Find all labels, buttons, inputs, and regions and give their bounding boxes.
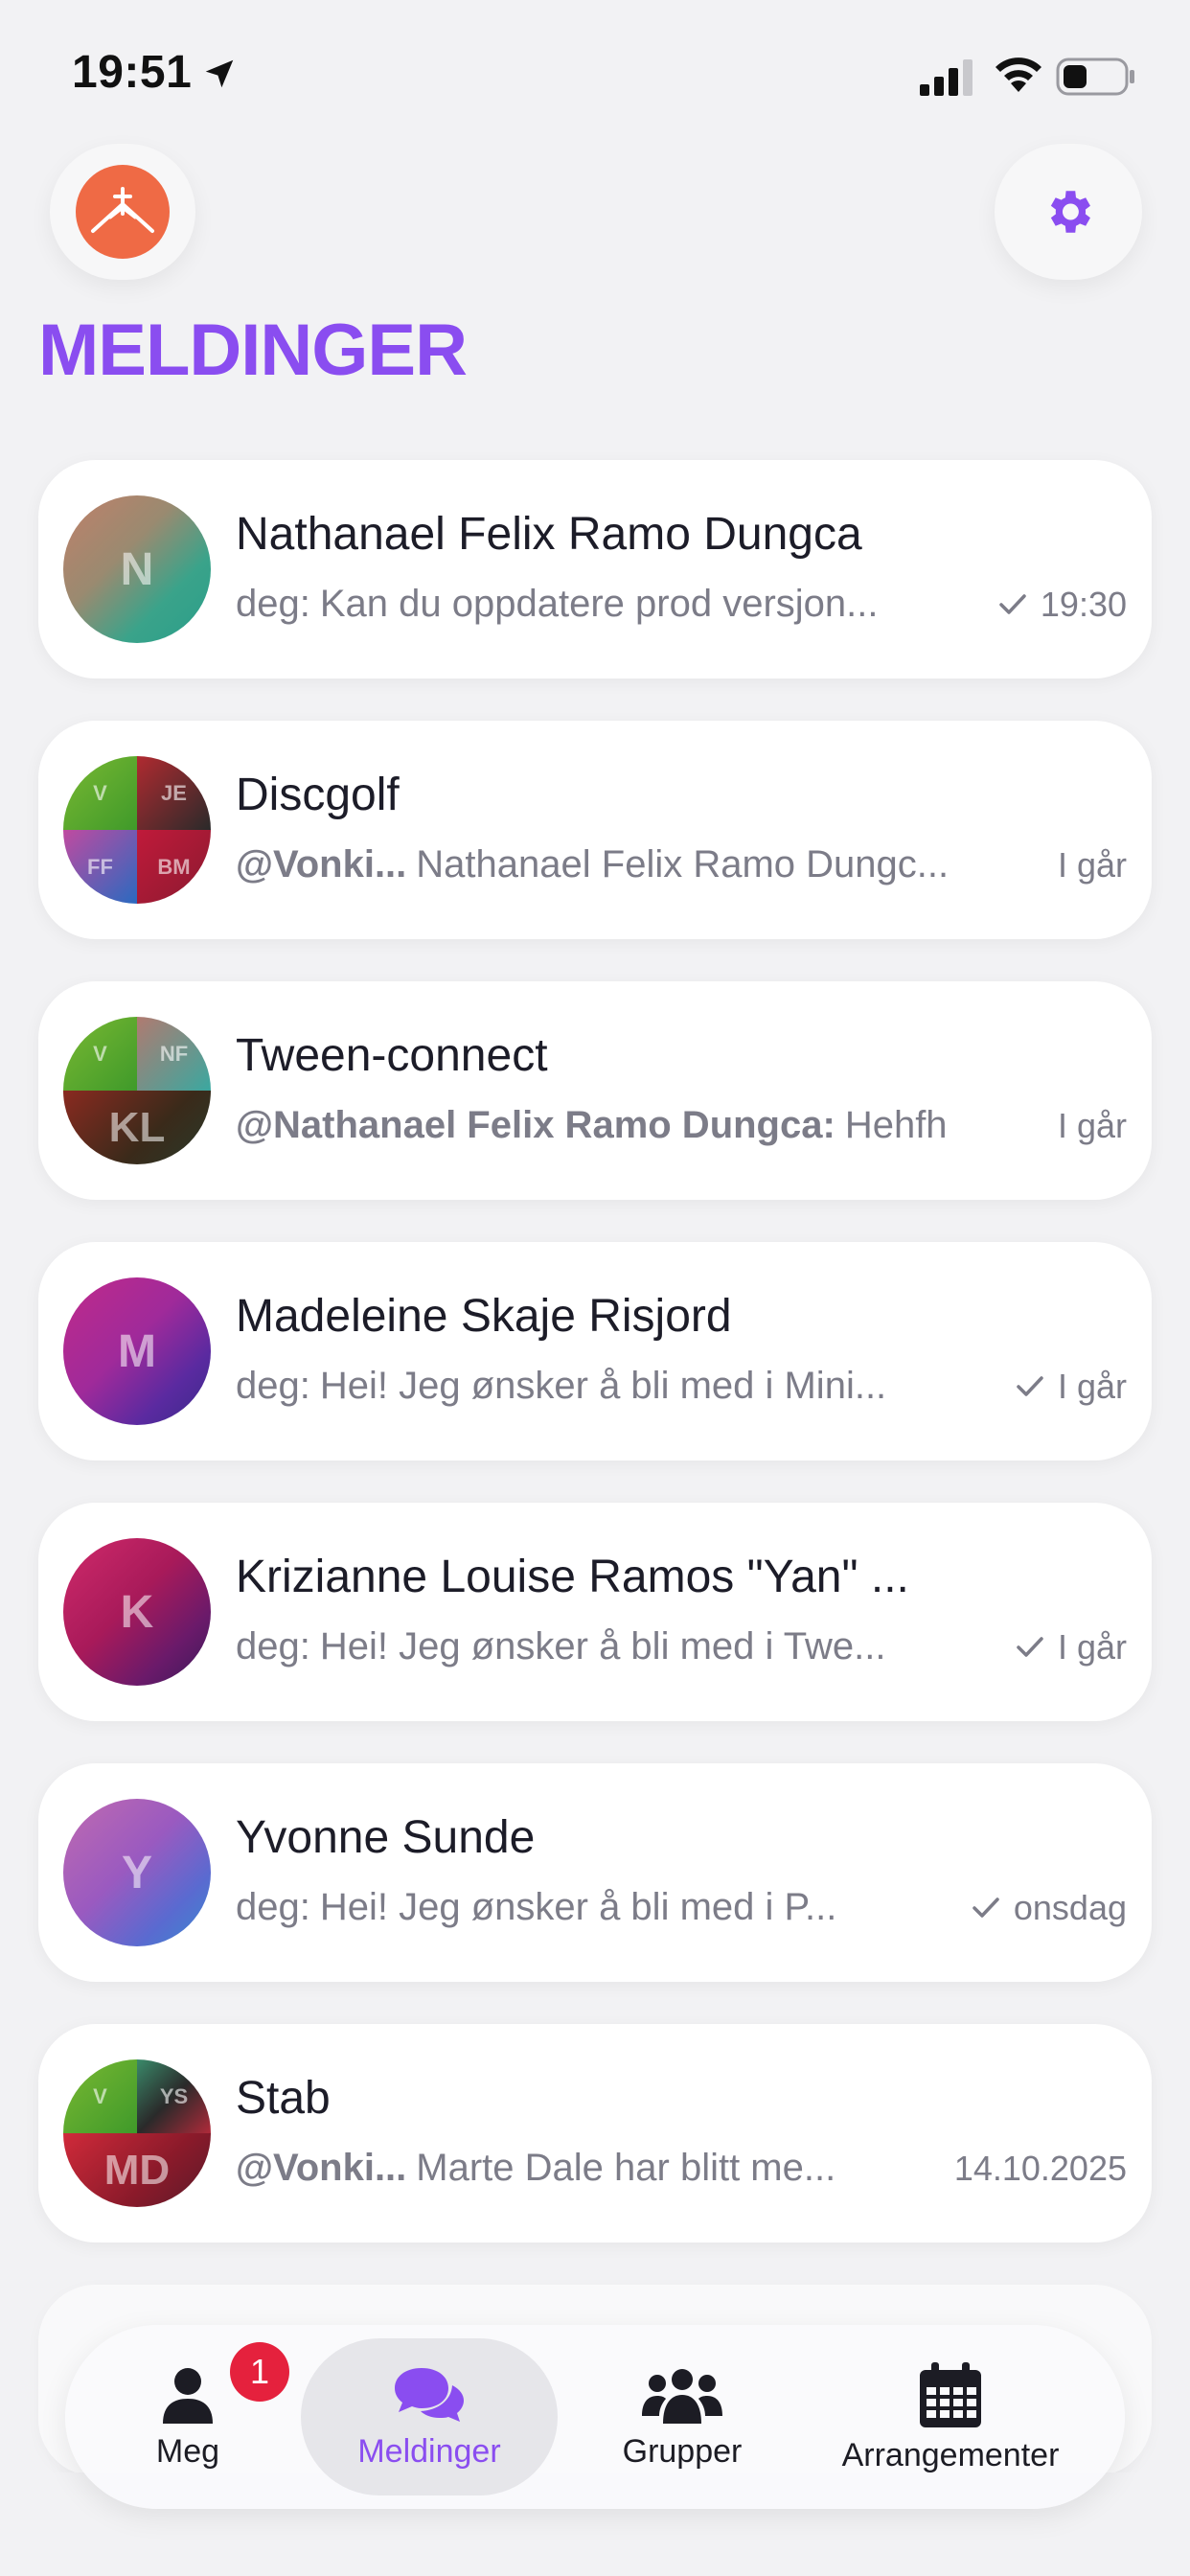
chat-bubbles-icon <box>395 2367 464 2422</box>
chat-sender: @Vonki... <box>236 843 407 886</box>
group-icon <box>642 2368 722 2424</box>
chat-item[interactable]: N Nathanael Felix Ramo Dungca deg: Kan du… <box>38 460 1152 678</box>
avatar-initials: M <box>118 1325 156 1377</box>
chat-item[interactable]: V JE FF BM Discgolf @Vonki... Nathanael F… <box>38 721 1152 939</box>
chat-meta: 19:30 <box>998 585 1127 625</box>
avatar-initials: MD <box>63 2133 211 2207</box>
status-bar: 19:51 <box>0 0 1190 144</box>
avatar-initials: K <box>120 1586 154 1638</box>
chat-time: I går <box>1057 1627 1127 1667</box>
chat-meta: 14.10.2025 <box>954 2149 1127 2189</box>
nav-label: Meg <box>155 2432 220 2470</box>
chat-sender: @Nathanael Felix Ramo Dungca: <box>236 1104 835 1146</box>
avatar: N <box>63 495 211 643</box>
avatar: M <box>63 1277 211 1425</box>
chat-preview: @Vonki... Marte Dale har blitt me... <box>236 2147 906 2190</box>
chat-message: Hei! Jeg ønsker å bli med i Mini... <box>319 1365 887 1407</box>
chat-message: Kan du oppdatere prod versjon... <box>319 583 879 625</box>
bottom-nav: Meg 1 Meldinger Grupper Arrangementer <box>65 2325 1125 2509</box>
chat-sender: deg: <box>236 583 310 625</box>
chat-preview: @Nathanael Felix Ramo Dungca: Hehfh <box>236 1104 964 1147</box>
page-title: MELDINGER <box>38 310 468 391</box>
checkmark-icon <box>998 592 1027 617</box>
chat-preview: deg: Hei! Jeg ønsker å bli med i Mini... <box>236 1365 964 1408</box>
chat-name: Stab <box>236 2073 331 2124</box>
chat-preview: deg: Kan du oppdatere prod versjon... <box>236 583 964 626</box>
chat-time: 14.10.2025 <box>953 2149 1127 2188</box>
location-arrow-icon <box>205 59 234 88</box>
chat-message: Hei! Jeg ønsker å bli med i Twe... <box>319 1625 886 1668</box>
chat-sender: deg: <box>236 1365 310 1407</box>
avatar-initials: V <box>63 2059 137 2133</box>
chat-preview: deg: Hei! Jeg ønsker å bli med i P... <box>236 1886 906 1929</box>
chat-time: I går <box>1057 845 1127 885</box>
chat-name: Krizianne Louise Ramos "Yan" ... <box>236 1552 909 1602</box>
avatar: Y <box>63 1799 211 1946</box>
avatar-initials: V <box>63 1017 137 1091</box>
person-icon <box>163 2367 213 2424</box>
nav-label: Grupper <box>622 2432 743 2470</box>
chat-message: Hei! Jeg ønsker å bli med i P... <box>319 1886 837 1928</box>
nav-item-meg[interactable]: Meg 1 <box>94 2325 289 2509</box>
avatar-initials: Y <box>121 1847 152 1898</box>
church-logo-icon <box>76 165 170 259</box>
avatar: K <box>63 1538 211 1686</box>
chat-message: Hehfh <box>844 1104 948 1146</box>
avatar-initials: JE <box>137 756 211 830</box>
chat-time: I går <box>1057 1367 1127 1406</box>
chat-name: Yvonne Sunde <box>236 1812 536 1863</box>
avatar-initials: YS <box>137 2059 211 2133</box>
calendar-icon <box>920 2361 981 2427</box>
chat-preview: deg: Hei! Jeg ønsker å bli med i Twe... <box>236 1625 964 1668</box>
avatar-initials: V <box>63 756 137 830</box>
avatar-initials: FF <box>63 830 137 904</box>
chat-item[interactable]: Y Yvonne Sunde deg: Hei! Jeg ønsker å bli… <box>38 1763 1152 1982</box>
nav-label: Arrangementer <box>841 2436 1060 2473</box>
status-time: 19:51 <box>72 47 193 98</box>
settings-button[interactable] <box>995 144 1142 280</box>
avatar-initials: NF <box>137 1017 211 1091</box>
nav-item-arrangementer[interactable]: Arrangementer <box>807 2325 1094 2509</box>
group-avatar: V YS MD <box>63 2059 211 2207</box>
app-logo-button[interactable] <box>50 144 195 280</box>
group-avatar: V JE FF BM <box>63 756 211 904</box>
chat-item[interactable]: M Madeleine Skaje Risjord deg: Hei! Jeg ø… <box>38 1242 1152 1460</box>
avatar-initials: N <box>120 543 154 595</box>
chat-message: Nathanael Felix Ramo Dungc... <box>416 843 950 886</box>
nav-item-meldinger[interactable]: Meldinger <box>301 2325 558 2509</box>
chat-name: Nathanael Felix Ramo Dungca <box>236 509 862 560</box>
checkmark-icon <box>972 1896 1000 1920</box>
checkmark-icon <box>1016 1374 1044 1399</box>
nav-item-grupper[interactable]: Grupper <box>577 2325 788 2509</box>
chat-meta: I går <box>1016 1367 1127 1407</box>
chat-sender: deg: <box>236 1886 310 1928</box>
chat-meta: I går <box>1058 1106 1127 1146</box>
nav-label: Meldinger <box>357 2432 501 2470</box>
cellular-signal-icon <box>920 59 973 96</box>
avatar-initials: KL <box>63 1091 211 1164</box>
chat-time: I går <box>1057 1106 1127 1145</box>
chat-sender: deg: <box>236 1625 310 1668</box>
chat-time: 19:30 <box>1040 585 1127 624</box>
chat-sender: @Vonki... <box>236 2147 407 2189</box>
battery-icon <box>1056 58 1134 96</box>
avatar-initials: BM <box>137 830 211 904</box>
chat-name: Madeleine Skaje Risjord <box>236 1291 732 1342</box>
notification-badge: 1 <box>230 2342 289 2402</box>
chat-preview: @Vonki... Nathanael Felix Ramo Dungc... <box>236 843 964 886</box>
chat-time: onsdag <box>1013 1888 1127 1927</box>
gear-icon <box>1050 191 1090 233</box>
chat-name: Tween-connect <box>236 1030 548 1081</box>
chat-message: Marte Dale har blitt me... <box>416 2147 836 2189</box>
wifi-icon <box>995 58 1041 92</box>
checkmark-icon <box>1016 1635 1044 1660</box>
chat-meta: onsdag <box>972 1888 1127 1928</box>
chat-meta: I går <box>1016 1627 1127 1668</box>
chat-name: Discgolf <box>236 770 400 820</box>
chat-item[interactable]: K Krizianne Louise Ramos "Yan" ... deg: H… <box>38 1503 1152 1721</box>
chat-meta: I går <box>1058 845 1127 886</box>
chat-item[interactable]: V YS MD Stab @Vonki... Marte Dale har bli… <box>38 2024 1152 2242</box>
chat-item[interactable]: V NF KL Tween-connect @Nathanael Felix R… <box>38 981 1152 1200</box>
group-avatar: V NF KL <box>63 1017 211 1164</box>
